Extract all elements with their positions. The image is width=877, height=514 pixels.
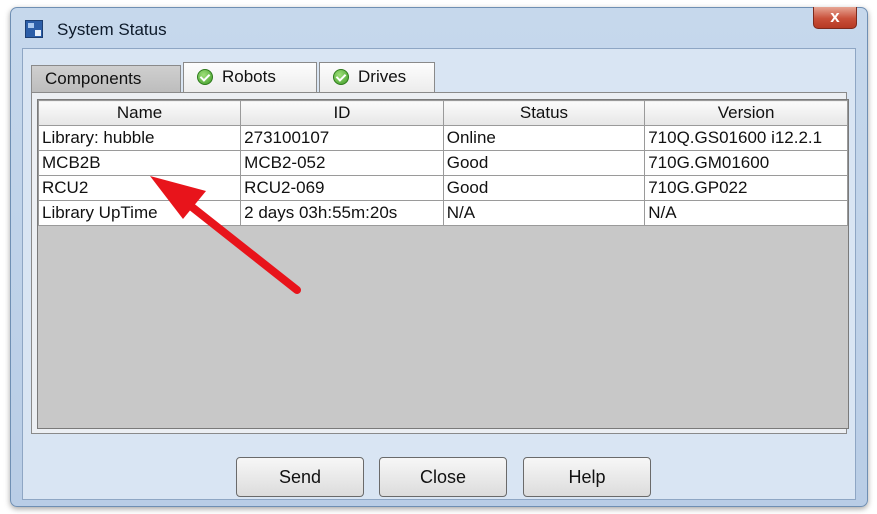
components-table-area: Name ID Status Version Library: hubble 2…: [37, 99, 849, 429]
table-row[interactable]: Library UpTime 2 days 03h:55m:20s N/A N/…: [37, 200, 848, 226]
cell-status: Good: [442, 175, 646, 201]
check-circle-icon: [197, 69, 213, 85]
table-row[interactable]: RCU2 RCU2-069 Good 710G.GP022: [37, 175, 848, 201]
cell-name: Library: hubble: [37, 125, 242, 151]
column-header-id[interactable]: ID: [240, 100, 444, 126]
tab-robots-label: Robots: [222, 67, 276, 86]
column-header-name[interactable]: Name: [37, 100, 242, 126]
title-bar[interactable]: System Status x: [11, 7, 867, 48]
window-title: System Status: [57, 20, 167, 39]
cell-name: Library UpTime: [37, 200, 242, 226]
close-button[interactable]: Close: [379, 457, 507, 497]
cell-status: N/A: [442, 200, 646, 226]
help-button[interactable]: Help: [523, 457, 651, 497]
cell-id: MCB2-052: [240, 150, 444, 176]
cell-version: 710Q.GS01600 i12.2.1: [644, 125, 848, 151]
tab-robots[interactable]: Robots: [183, 62, 317, 92]
table-row[interactable]: Library: hubble 273100107 Online 710Q.GS…: [37, 125, 848, 151]
cell-name: RCU2: [37, 175, 242, 201]
table-row[interactable]: MCB2B MCB2-052 Good 710G.GM01600: [37, 150, 848, 176]
check-circle-icon: [333, 69, 349, 85]
send-button[interactable]: Send: [236, 457, 364, 497]
cell-version: 710G.GP022: [644, 175, 848, 201]
tab-components[interactable]: Components: [31, 65, 181, 92]
cell-status: Online: [442, 125, 646, 151]
tab-components-label: Components: [45, 69, 142, 88]
close-window-button[interactable]: x: [813, 7, 857, 29]
column-header-status[interactable]: Status: [442, 100, 646, 126]
cell-id: 2 days 03h:55m:20s: [240, 200, 444, 226]
cell-id: 273100107: [240, 125, 444, 151]
system-status-window: System Status x Components Robots Drives: [10, 7, 868, 507]
dialog-body: Components Robots Drives Name ID Status …: [22, 48, 856, 500]
table-header-row: Name ID Status Version: [37, 100, 848, 126]
cell-name: MCB2B: [37, 150, 242, 176]
app-icon: [25, 20, 43, 38]
button-bar: Send Close Help: [23, 457, 855, 497]
column-header-version[interactable]: Version: [644, 100, 848, 126]
components-table: Name ID Status Version Library: hubble 2…: [37, 100, 848, 226]
tab-drives-label: Drives: [358, 67, 407, 86]
cell-version: N/A: [644, 200, 848, 226]
components-panel: Name ID Status Version Library: hubble 2…: [31, 92, 849, 434]
cell-version: 710G.GM01600: [644, 150, 848, 176]
tab-drives[interactable]: Drives: [319, 62, 435, 92]
cell-id: RCU2-069: [240, 175, 444, 201]
cell-status: Good: [442, 150, 646, 176]
